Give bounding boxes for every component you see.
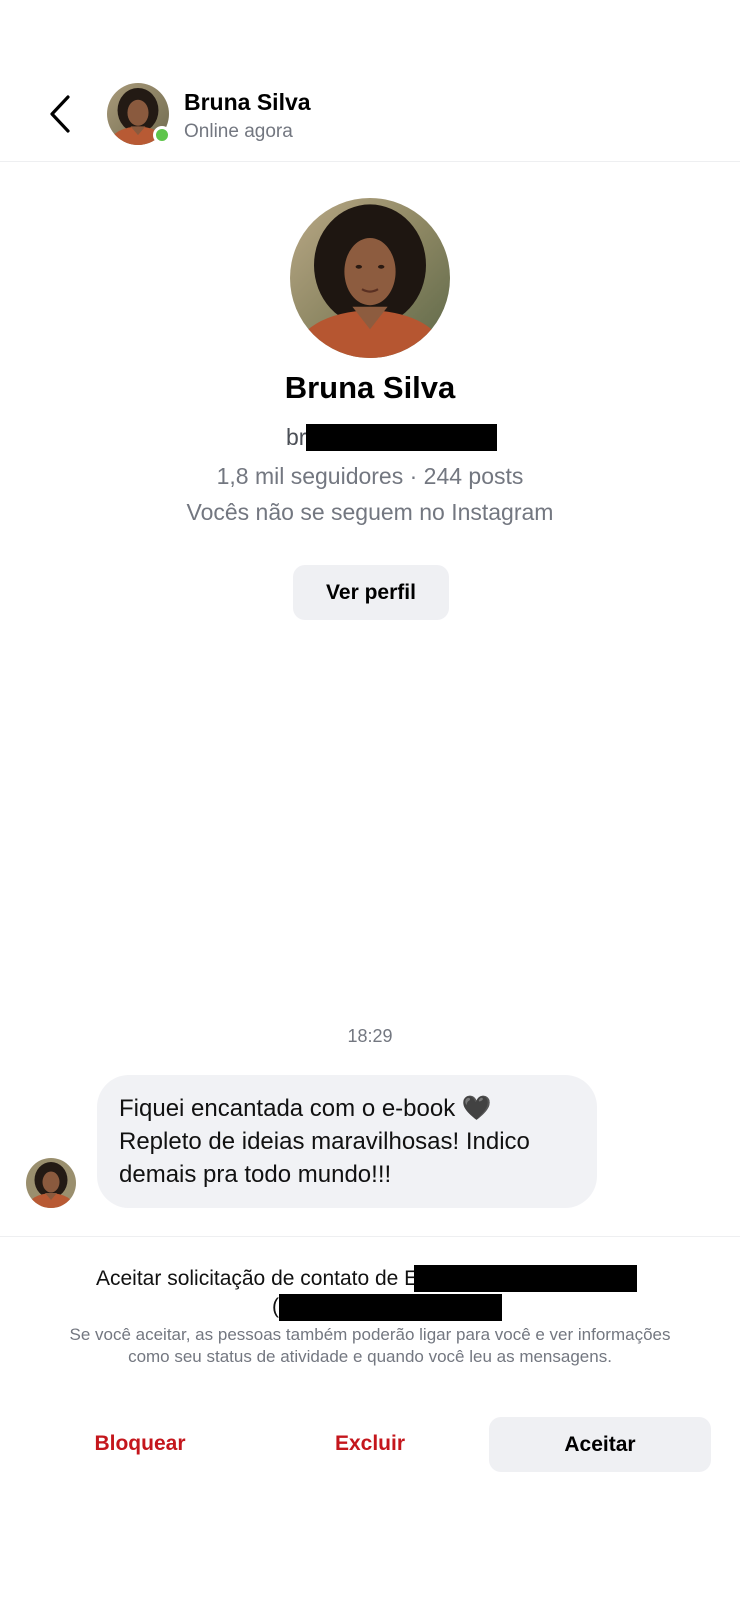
redaction-bar: [279, 1293, 502, 1321]
message-text: Fiquei encantada com o e-book 🖤 Repleto …: [119, 1095, 530, 1188]
mutual-follow-info: Vocês não se seguem no Instagram: [186, 499, 554, 525]
avatar[interactable]: [107, 83, 171, 145]
contact-name[interactable]: Bruna Silva: [184, 89, 311, 116]
online-status-dot: [153, 126, 171, 144]
block-button[interactable]: Bloquear: [60, 1416, 220, 1472]
profile-username: br: [286, 422, 498, 452]
contact-status: Online agora: [184, 121, 293, 142]
request-title-line2: (: [272, 1293, 502, 1321]
delete-button[interactable]: Excluir: [290, 1416, 450, 1472]
request-title-line2-text: (: [272, 1295, 279, 1318]
redaction-bar: [306, 423, 498, 451]
redaction-bar: [414, 1265, 638, 1292]
profile-name: Bruna Silva: [284, 370, 456, 405]
profile-stats: 1,8 mil seguidores · 244 posts: [216, 463, 524, 489]
chat-header: Bruna Silva Online agora: [0, 0, 740, 162]
message-sender-avatar[interactable]: [26, 1158, 76, 1208]
username-visible-part: br: [286, 423, 307, 450]
profile-avatar[interactable]: [290, 198, 450, 358]
back-button[interactable]: [40, 92, 80, 136]
request-title: Aceitar solicitação de contato de E: [96, 1265, 638, 1292]
message-timestamp: 18:29: [347, 1026, 393, 1046]
request-title-text: Aceitar solicitação de contato de E: [96, 1266, 419, 1290]
request-description: Se você aceitar, as pessoas também poder…: [69, 1325, 671, 1366]
message-bubble[interactable]: Fiquei encantada com o e-book 🖤 Repleto …: [97, 1075, 597, 1208]
accept-button[interactable]: Aceitar: [489, 1417, 711, 1472]
view-profile-button[interactable]: Ver perfil: [293, 565, 449, 620]
chat-screen: Bruna Silva Online agora Bruna Silva br …: [0, 0, 740, 1600]
chevron-left-icon: [50, 95, 70, 133]
